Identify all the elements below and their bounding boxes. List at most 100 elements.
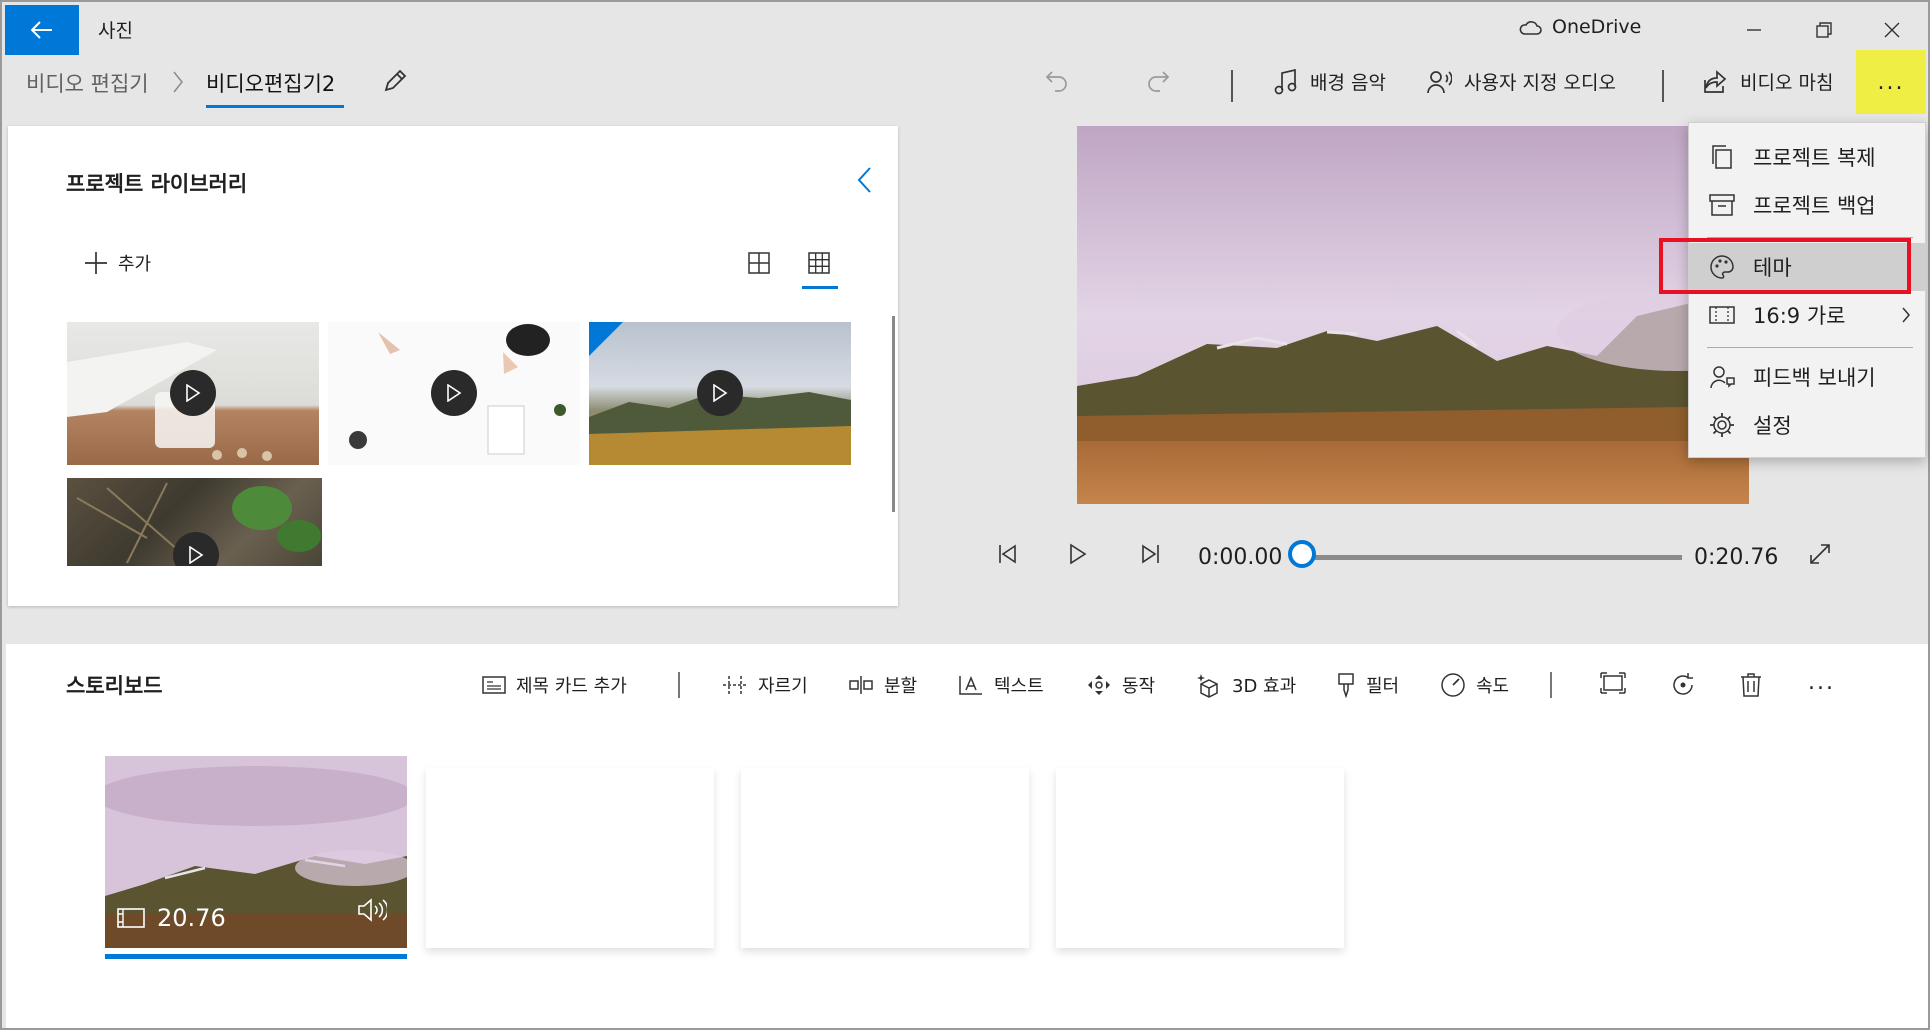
total-time: 0:20.76 (1694, 545, 1779, 570)
mountain-preview-image (1077, 126, 1749, 504)
more-icon: ... (1877, 69, 1905, 95)
media-thumbnail[interactable] (589, 322, 851, 465)
empty-clip-slot (426, 768, 714, 948)
delete-button[interactable] (1740, 672, 1762, 698)
header-divider (1662, 70, 1664, 102)
custom-audio-label: 사용자 지정 오디오 (1464, 72, 1616, 94)
storyboard-clip[interactable]: 20.76 (105, 756, 407, 948)
close-button[interactable] (1872, 10, 1912, 50)
play-button[interactable] (1068, 542, 1088, 570)
redo-button[interactable] (1145, 68, 1171, 98)
library-title: 프로젝트 라이브러리 (66, 172, 248, 196)
fullscreen-button[interactable] (1808, 542, 1832, 570)
expand-icon (1810, 544, 1830, 564)
minimize-icon (1747, 29, 1761, 31)
undo-button[interactable] (1044, 68, 1070, 98)
breadcrumb-root[interactable]: 비디오 편집기 (26, 68, 149, 98)
seek-bar[interactable] (1302, 555, 1682, 560)
rotate-icon (1673, 673, 1693, 695)
brush-icon (1338, 673, 1354, 698)
clip-duration: 20.76 (117, 904, 226, 932)
add-media-button[interactable]: 추가 (84, 250, 151, 276)
library-scrollbar[interactable] (892, 316, 895, 512)
text-label: 텍스트 (994, 676, 1044, 697)
3d-effects-button[interactable]: 3D 효과 (1196, 672, 1296, 698)
back-arrow-icon (31, 21, 52, 39)
speed-button[interactable]: 속도 (1440, 672, 1509, 698)
onedrive-status[interactable]: OneDrive (1518, 16, 1641, 38)
app-title: 사진 (98, 20, 133, 42)
finish-video-label: 비디오 마침 (1740, 72, 1834, 94)
seek-thumb[interactable] (1288, 540, 1316, 568)
plus-icon (85, 252, 107, 274)
menu-item-label: 프로젝트 복제 (1753, 146, 1876, 170)
large-grid-view-button[interactable] (748, 252, 770, 278)
filter-button[interactable]: 필터 (1336, 672, 1399, 698)
background-music-button[interactable]: 배경 음악 (1274, 68, 1386, 95)
trash-icon (1741, 673, 1761, 697)
storyboard-divider (1550, 672, 1552, 698)
media-thumbnail[interactable] (67, 478, 322, 566)
rotate-button[interactable] (1670, 672, 1696, 698)
speed-label: 속도 (1476, 676, 1510, 697)
undo-icon (1045, 71, 1067, 92)
motion-button[interactable]: 동작 (1086, 672, 1155, 698)
clip-volume-button[interactable] (357, 898, 389, 926)
chevron-right-icon (1901, 305, 1911, 329)
play-icon (431, 370, 477, 416)
empty-clip-slot (741, 768, 1029, 948)
split-label: 분할 (884, 676, 918, 697)
finish-video-button[interactable]: 비디오 마침 (1702, 68, 1833, 95)
rename-button[interactable] (382, 68, 408, 98)
more-icon: ... (1808, 670, 1835, 695)
project-library-panel: 프로젝트 라이브러리 추가 (8, 126, 898, 606)
minimize-button[interactable] (1734, 10, 1774, 50)
project-name-underline (206, 105, 344, 108)
share-icon (1704, 69, 1727, 93)
menu-item-settings[interactable]: 설정 (1689, 401, 1925, 449)
menu-item-aspect-ratio[interactable]: 16:9 가로 (1689, 291, 1925, 339)
step-forward-icon (1142, 544, 1159, 564)
storyboard-panel: 스토리보드 제목 카드 추가 자르기 분할 텍스트 동작 3D 효과 필터 속도… (6, 644, 1928, 1028)
motion-label: 동작 (1122, 676, 1156, 697)
add-media-label: 추가 (118, 254, 152, 275)
resize-button[interactable] (1600, 672, 1626, 694)
more-options-button[interactable]: ... (1856, 50, 1926, 114)
collapse-library-button[interactable] (856, 166, 872, 198)
restore-button[interactable] (1804, 10, 1844, 50)
chevron-left-icon (857, 167, 871, 193)
chevron-right-icon (172, 70, 184, 99)
pencil-icon (384, 69, 407, 92)
app-window: 사진 OneDrive 비디오 편집기 비디오편집기2 배경 음악 사용자 지정… (0, 0, 1930, 1030)
gear-icon (1707, 412, 1737, 438)
storyboard-more-button[interactable]: ... (1808, 670, 1835, 695)
custom-audio-button[interactable]: 사용자 지정 오디오 (1426, 68, 1616, 95)
close-icon (1884, 22, 1900, 38)
step-forward-button[interactable] (1140, 542, 1162, 570)
current-time: 0:00.00 (1198, 545, 1283, 570)
back-button[interactable] (5, 5, 79, 55)
menu-item-send-feedback[interactable]: 피드백 보내기 (1689, 353, 1925, 401)
step-back-button[interactable] (996, 542, 1018, 570)
play-icon (170, 370, 216, 416)
add-title-card-button[interactable]: 제목 카드 추가 (482, 672, 627, 698)
volume-icon (358, 898, 389, 922)
media-thumbnail[interactable] (328, 322, 580, 465)
trim-button[interactable]: 자르기 (722, 672, 808, 698)
menu-item-label: 설정 (1753, 414, 1792, 438)
storyboard-divider (678, 672, 680, 698)
small-grid-view-button[interactable] (808, 252, 830, 278)
play-icon (1070, 543, 1087, 565)
split-icon (849, 676, 873, 694)
text-button[interactable]: 텍스트 (958, 672, 1044, 698)
media-thumbnail[interactable] (67, 322, 319, 465)
menu-item-backup-project[interactable]: 프로젝트 백업 (1689, 181, 1925, 229)
storyboard-title: 스토리보드 (66, 674, 163, 698)
selected-clip-indicator (105, 954, 407, 959)
onedrive-label: OneDrive (1552, 16, 1642, 38)
menu-item-duplicate-project[interactable]: 프로젝트 복제 (1689, 133, 1925, 181)
split-button[interactable]: 분할 (848, 672, 917, 698)
text-icon (959, 676, 982, 695)
clip-duration-label: 20.76 (157, 904, 226, 932)
add-title-card-label: 제목 카드 추가 (516, 676, 627, 697)
